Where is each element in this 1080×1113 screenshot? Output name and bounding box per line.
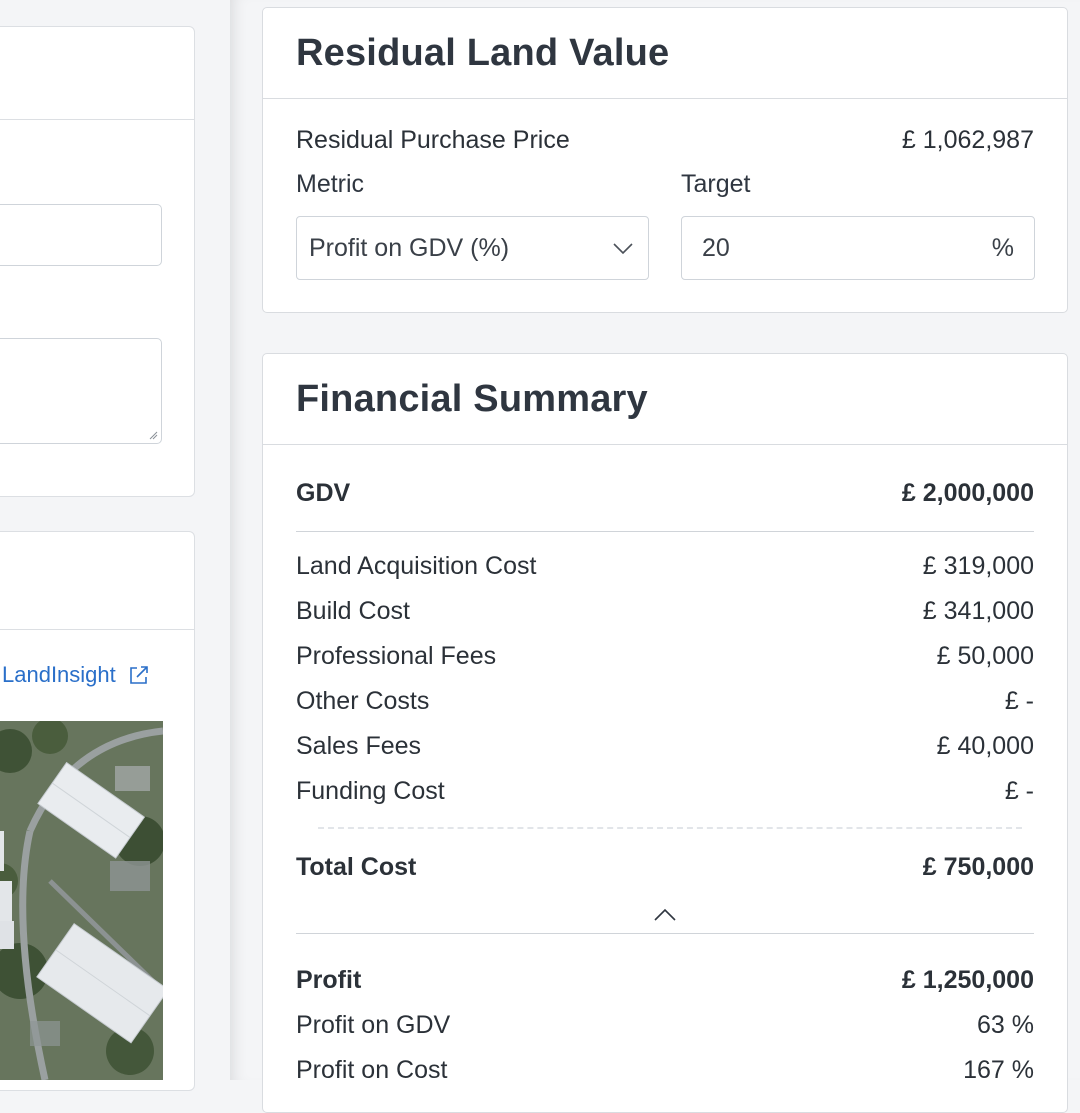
profit-on-cost-value: 167 % xyxy=(963,1055,1034,1084)
gdv-divider xyxy=(296,531,1034,532)
cost-value: £ 40,000 xyxy=(936,731,1034,760)
left-textarea[interactable] xyxy=(0,338,162,444)
profit-on-cost-row: Profit on Cost 167 % xyxy=(296,1050,1034,1090)
profit-row: Profit £ 1,250,000 xyxy=(296,960,1034,1000)
right-column: Residual Land Value Residual Purchase Pr… xyxy=(230,0,1080,1113)
total-cost-value: £ 750,000 xyxy=(922,852,1034,881)
chevron-down-icon xyxy=(613,243,633,255)
cost-label: Funding Cost xyxy=(296,776,445,805)
total-divider xyxy=(296,933,1034,934)
gdv-label: GDV xyxy=(296,478,351,507)
cost-row: Land Acquisition Cost £ 319,000 xyxy=(296,546,1034,586)
cost-label: Land Acquisition Cost xyxy=(296,551,537,580)
gdv-value: £ 2,000,000 xyxy=(901,478,1034,507)
cost-label: Professional Fees xyxy=(296,641,497,670)
profit-on-gdv-value: 63 % xyxy=(977,1010,1034,1039)
profit-on-gdv-row: Profit on GDV 63 % xyxy=(296,1005,1034,1045)
left-text-input[interactable] xyxy=(0,204,162,266)
residual-purchase-row: Residual Purchase Price £ 1,062,987 xyxy=(296,120,1034,160)
total-cost-row: Total Cost £ 750,000 xyxy=(296,847,1034,887)
cost-row: Other Costs £ - xyxy=(296,681,1034,721)
cost-value: £ 341,000 xyxy=(922,596,1034,625)
cost-value: £ - xyxy=(1004,776,1034,805)
target-label: Target xyxy=(681,170,751,198)
chevron-up-icon[interactable] xyxy=(653,907,677,923)
left-column: LandInsight xyxy=(0,0,230,1091)
financial-summary-title: Financial Summary xyxy=(263,354,1067,445)
total-cost-label: Total Cost xyxy=(296,852,417,881)
residual-purchase-label: Residual Purchase Price xyxy=(296,125,570,154)
cost-value: £ - xyxy=(1004,686,1034,715)
cost-label: Build Cost xyxy=(296,596,410,625)
metric-label: Metric xyxy=(296,170,365,198)
target-unit: % xyxy=(991,233,1014,262)
cost-row: Professional Fees £ 50,000 xyxy=(296,636,1034,676)
left-map-card-divider xyxy=(0,629,194,630)
profit-on-gdv-label: Profit on GDV xyxy=(296,1010,451,1039)
profit-on-cost-label: Profit on Cost xyxy=(296,1055,448,1084)
cost-label: Other Costs xyxy=(296,686,430,715)
resize-handle-icon[interactable] xyxy=(148,430,158,440)
external-link-icon xyxy=(129,666,148,684)
cost-dashed-divider xyxy=(318,827,1022,829)
target-input-value: 20 xyxy=(702,233,730,262)
metric-select-value: Profit on GDV (%) xyxy=(309,233,510,262)
landinsight-link-label: LandInsight xyxy=(2,662,116,687)
gdv-row: GDV £ 2,000,000 xyxy=(296,473,1034,513)
cost-row: Build Cost £ 341,000 xyxy=(296,591,1034,631)
financial-summary-card: Financial Summary GDV £ 2,000,000 Land A… xyxy=(262,353,1068,1113)
cost-row: Funding Cost £ - xyxy=(296,771,1034,811)
profit-label: Profit xyxy=(296,965,362,994)
cost-value: £ 319,000 xyxy=(922,551,1034,580)
metric-select[interactable]: Profit on GDV (%) xyxy=(296,216,649,280)
residual-land-value-card: Residual Land Value Residual Purchase Pr… xyxy=(262,7,1068,313)
profit-value: £ 1,250,000 xyxy=(901,965,1034,994)
aerial-map-image[interactable] xyxy=(0,721,163,1080)
residual-purchase-value: £ 1,062,987 xyxy=(901,125,1034,154)
cost-label: Sales Fees xyxy=(296,731,422,760)
cost-value: £ 50,000 xyxy=(936,641,1034,670)
cost-row: Sales Fees £ 40,000 xyxy=(296,726,1034,766)
target-input[interactable]: 20 % xyxy=(681,216,1035,280)
residual-card-title: Residual Land Value xyxy=(263,8,1067,99)
left-card-header-divider xyxy=(0,119,194,120)
landinsight-link[interactable]: LandInsight xyxy=(2,662,150,688)
aerial-map-graphic xyxy=(0,721,163,1080)
